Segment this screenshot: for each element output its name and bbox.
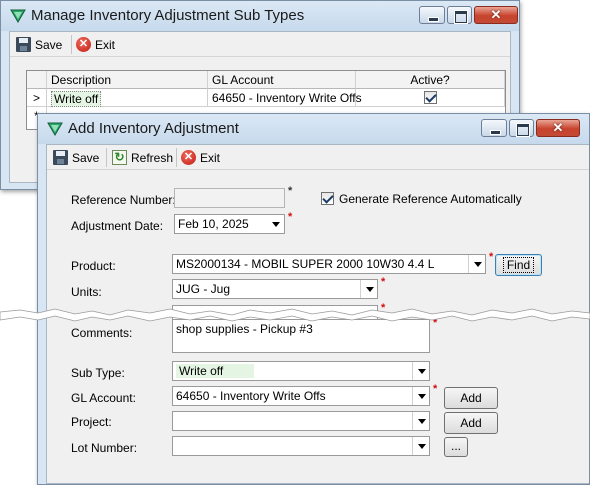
app-icon: [10, 9, 26, 23]
row-header-corner: [27, 71, 47, 89]
sub-type-value: Write off: [176, 364, 254, 378]
gl-account-label: GL Account:: [71, 391, 136, 405]
minimize-button[interactable]: [419, 6, 445, 24]
active-cell[interactable]: [356, 89, 505, 107]
toolbar-separator: [71, 35, 72, 54]
app-icon: [47, 122, 63, 136]
sub-type-select[interactable]: Write off: [172, 361, 430, 381]
refresh-label: Refresh: [131, 150, 174, 165]
minimize-icon: [420, 7, 444, 23]
exit-label: Exit: [200, 150, 221, 165]
title-bar[interactable]: Manage Inventory Adjustment Sub Types ✕: [1, 1, 519, 31]
required-marker: *: [288, 185, 293, 197]
column-header-gl-account[interactable]: GL Account: [208, 71, 356, 89]
find-button[interactable]: Find: [495, 254, 542, 276]
close-button[interactable]: ✕: [474, 6, 518, 24]
browse-label: ...: [450, 439, 461, 453]
adjustment-date-label: Adjustment Date:: [71, 219, 164, 233]
units-label: Units:: [71, 285, 102, 299]
minimize-icon: [482, 120, 506, 136]
column-header-description[interactable]: Description: [47, 71, 208, 89]
maximize-button[interactable]: [447, 6, 472, 24]
toolbar: Save ↻ Refresh ✕ Exit: [47, 145, 589, 170]
required-marker: *: [433, 383, 438, 395]
project-label: Project:: [71, 415, 112, 429]
exit-icon: ✕: [76, 37, 91, 52]
add-project-button[interactable]: Add: [444, 412, 498, 434]
title-bar[interactable]: Add Inventory Adjustment ✕: [38, 114, 589, 144]
add-label: Add: [460, 391, 482, 405]
window-title: Add Inventory Adjustment: [68, 120, 239, 137]
chevron-down-icon[interactable]: [267, 215, 284, 233]
toolbar-separator: [176, 148, 177, 167]
sub-type-label: Sub Type:: [71, 366, 125, 380]
units-select[interactable]: JUG - Jug: [172, 279, 378, 299]
browse-lot-button[interactable]: ...: [444, 437, 468, 457]
add-gl-account-button[interactable]: Add: [444, 387, 498, 409]
comments-label: Comments:: [71, 326, 133, 340]
adjustment-date-value: Feb 10, 2025: [178, 217, 249, 231]
column-header-active[interactable]: Active?: [356, 71, 505, 89]
window-content: Save ↻ Refresh ✕ Exit Reference Number: …: [46, 144, 589, 484]
product-label: Product:: [71, 259, 116, 273]
gl-account-select[interactable]: 64650 - Inventory Write Offs: [172, 386, 430, 406]
close-icon: ✕: [490, 7, 502, 22]
floppy-disk-icon: [53, 150, 68, 165]
gl-account-cell[interactable]: 64650 - Inventory Write Offs: [208, 89, 362, 107]
maximize-icon: [510, 120, 533, 136]
save-button[interactable]: Save: [16, 35, 62, 54]
save-button[interactable]: Save: [53, 148, 99, 167]
chevron-down-icon[interactable]: [412, 387, 429, 405]
required-marker: *: [433, 317, 438, 329]
row-indicator[interactable]: >: [27, 89, 47, 107]
minimize-button[interactable]: [481, 119, 507, 137]
refresh-button[interactable]: ↻ Refresh: [112, 148, 173, 167]
add-label: Add: [460, 416, 482, 430]
save-label: Save: [72, 150, 100, 165]
window-title: Manage Inventory Adjustment Sub Types: [31, 7, 305, 24]
chevron-down-icon[interactable]: [468, 255, 485, 273]
project-select[interactable]: [172, 411, 430, 431]
reference-number-field[interactable]: [174, 188, 285, 208]
exit-button[interactable]: ✕ Exit: [76, 35, 115, 54]
exit-button[interactable]: ✕ Exit: [181, 148, 220, 167]
generate-reference-checkbox[interactable]: [321, 192, 334, 205]
chevron-down-icon[interactable]: [412, 362, 429, 380]
floppy-disk-icon: [16, 37, 31, 52]
gl-account-value: 64650 - Inventory Write Offs: [176, 389, 326, 403]
add-inventory-adjustment-window: Add Inventory Adjustment ✕ Save ↻ Refres…: [37, 113, 590, 485]
description-cell[interactable]: Write off: [47, 89, 208, 107]
product-select[interactable]: MS2000134 - MOBIL SUPER 2000 10W30 4.4 L: [172, 254, 486, 274]
maximize-button[interactable]: [509, 119, 534, 137]
toolbar-separator: [106, 148, 107, 167]
maximize-icon: [448, 7, 471, 23]
required-marker: *: [288, 211, 293, 223]
product-value: MS2000134 - MOBIL SUPER 2000 10W30 4.4 L: [176, 257, 435, 271]
lot-number-select[interactable]: [172, 436, 430, 456]
close-icon: ✕: [552, 120, 564, 135]
close-button[interactable]: ✕: [536, 119, 580, 137]
chevron-down-icon[interactable]: [360, 280, 377, 298]
required-marker: *: [381, 302, 386, 314]
chevron-down-icon[interactable]: [412, 437, 429, 455]
units-value: JUG - Jug: [176, 282, 231, 296]
save-label: Save: [35, 37, 63, 52]
reference-number-label: Reference Number:: [71, 193, 176, 207]
active-checkbox[interactable]: [423, 91, 437, 104]
toolbar: Save ✕ Exit: [10, 32, 510, 57]
comments-textarea[interactable]: shop supplies - Pickup #3: [172, 319, 430, 353]
description-value: Write off: [51, 91, 102, 107]
find-label: Find: [502, 257, 535, 273]
chevron-down-icon[interactable]: [412, 412, 429, 430]
refresh-icon: ↻: [112, 150, 127, 165]
adjustment-date-picker[interactable]: Feb 10, 2025: [174, 214, 285, 234]
exit-icon: ✕: [181, 150, 196, 165]
required-marker: *: [489, 251, 494, 263]
required-marker: *: [381, 276, 386, 288]
exit-label: Exit: [95, 37, 116, 52]
generate-reference-label[interactable]: Generate Reference Automatically: [339, 192, 522, 206]
lot-number-label: Lot Number:: [71, 441, 138, 455]
